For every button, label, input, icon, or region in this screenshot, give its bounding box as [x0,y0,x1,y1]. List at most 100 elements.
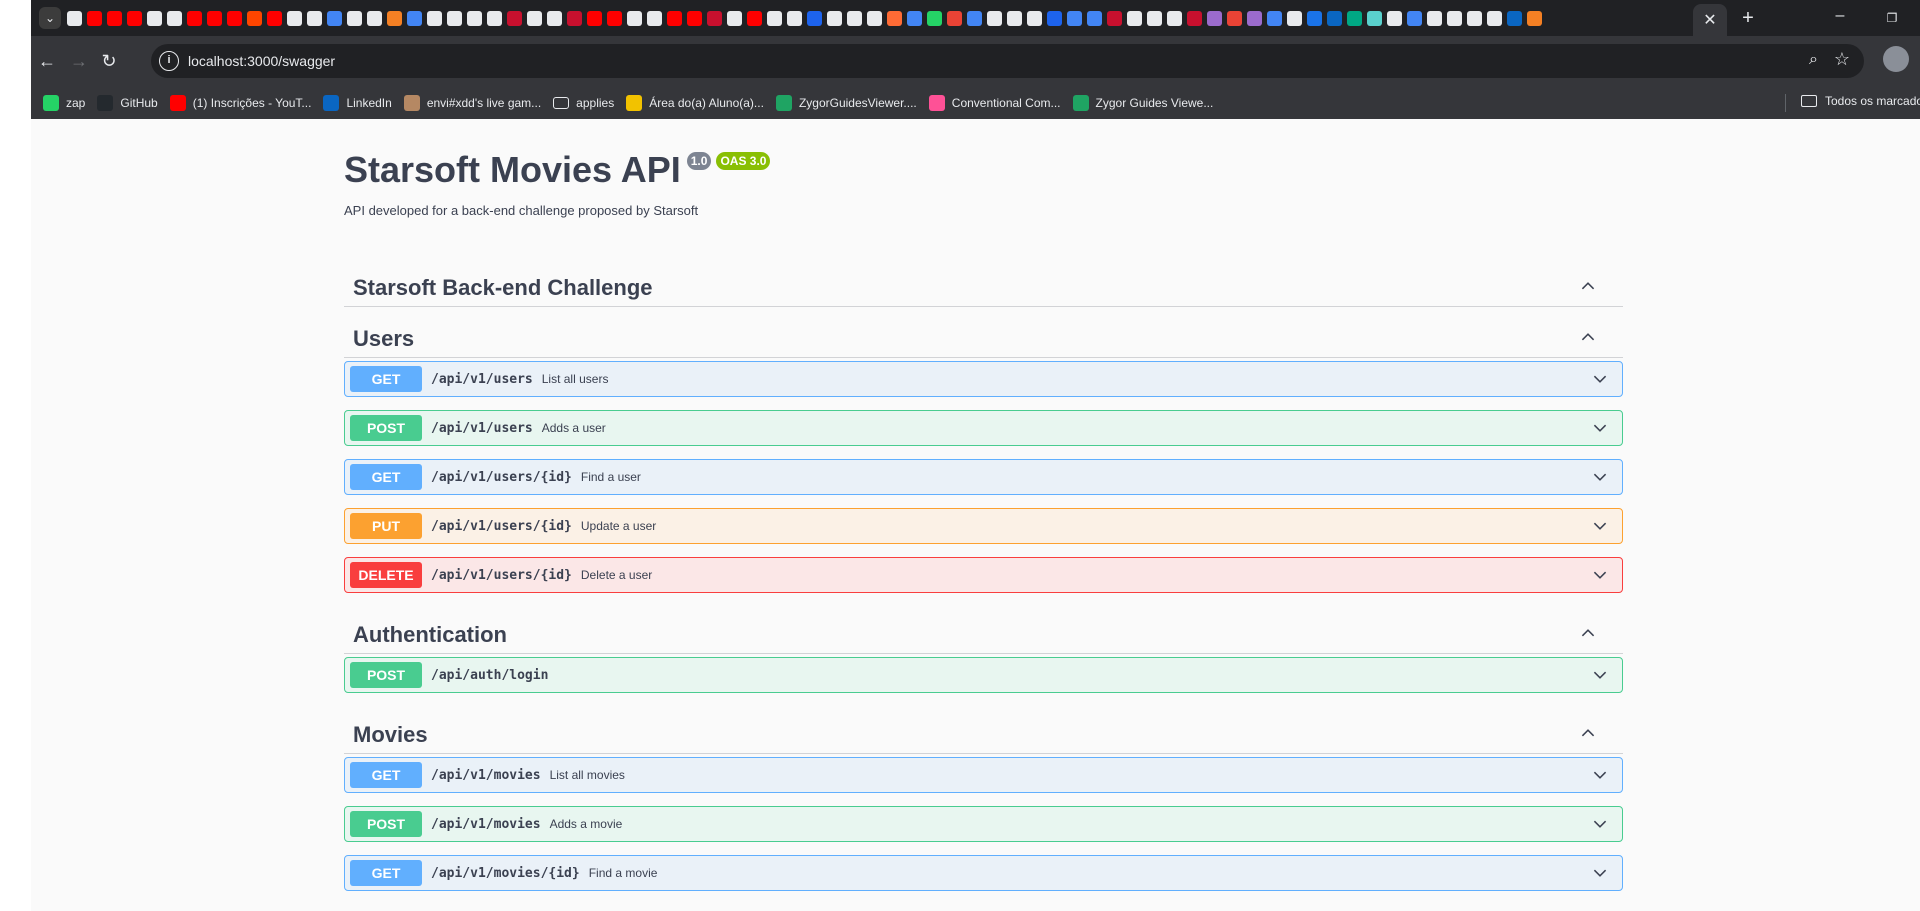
pinned-tab-favicon[interactable] [687,10,702,26]
bookmark-item[interactable]: applies [553,96,614,110]
operation-post[interactable]: POST/api/v1/users Adds a user [344,410,1623,446]
pinned-tab-favicon[interactable] [67,10,82,26]
chevron-down-icon[interactable] [1592,668,1608,682]
pinned-tab-favicon[interactable] [1407,10,1422,26]
forward-button[interactable]: → [67,49,91,73]
pinned-tab-favicon[interactable] [1247,10,1262,26]
pinned-tab-favicon[interactable] [187,10,202,26]
pinned-tab-favicon[interactable] [767,10,782,26]
pinned-tab-favicon[interactable] [847,10,862,26]
minimize-button[interactable]: – [1828,6,1852,30]
pinned-tab-favicon[interactable] [887,10,902,26]
profile-avatar[interactable] [1883,46,1909,72]
pinned-tab-favicon[interactable] [227,10,242,26]
address-bar[interactable]: i localhost:3000/swagger ⌕ ☆ [151,44,1864,78]
pinned-tab-favicon[interactable] [427,10,442,26]
bookmark-item[interactable]: (1) Inscrições - YouT... [169,94,311,111]
operation-post[interactable]: POST/api/v1/movies Adds a movie [344,806,1623,842]
tag-section-title[interactable]: Authentication [353,622,507,648]
pinned-tab-favicon[interactable] [947,10,962,26]
pinned-tab-favicon[interactable] [247,10,262,26]
pinned-tab-favicon[interactable] [287,10,302,26]
pinned-tab-favicon[interactable] [1067,10,1082,26]
pinned-tab-favicon[interactable] [327,10,342,26]
url-text[interactable]: localhost:3000/swagger [188,53,335,69]
operation-get[interactable]: GET/api/v1/users List all users [344,361,1623,397]
pinned-tab-favicon[interactable] [1107,10,1122,26]
pinned-tab-favicon[interactable] [207,10,222,26]
pinned-tab-favicon[interactable] [1347,10,1362,26]
pinned-tab-favicon[interactable] [867,10,882,26]
pinned-tab-favicon[interactable] [267,10,282,26]
bookmark-item[interactable]: Zygor Guides Viewe... [1072,94,1213,111]
pinned-tab-favicon[interactable] [647,10,662,26]
pinned-tab-favicon[interactable] [507,10,522,26]
pinned-tab-favicon[interactable] [807,10,822,26]
pinned-tab-favicon[interactable] [1007,10,1022,26]
pinned-tab-favicon[interactable] [387,10,402,26]
bookmark-item[interactable]: LinkedIn [323,94,392,111]
pinned-tab-favicon[interactable] [1287,10,1302,26]
reload-button[interactable]: ↻ [97,49,121,73]
new-tab-button[interactable]: + [1736,6,1760,30]
pinned-tab-favicon[interactable] [787,10,802,26]
pinned-tab-favicon[interactable] [827,10,842,26]
tag-section-title[interactable]: Users [353,326,414,352]
pinned-tab-favicon[interactable] [1267,10,1282,26]
pinned-tab-favicon[interactable] [907,10,922,26]
pinned-tab-favicon[interactable] [407,10,422,26]
pinned-tab-favicon[interactable] [1387,10,1402,26]
pinned-tab-favicon[interactable] [1127,10,1142,26]
bookmark-item[interactable]: ZygorGuidesViewer.... [775,94,917,111]
pinned-tab-favicon[interactable] [547,10,562,26]
tag-section-header[interactable]: Authentication [344,614,1623,654]
chevron-down-icon[interactable] [1592,817,1608,831]
pinned-tab-favicon[interactable] [1447,10,1462,26]
bookmark-item[interactable]: zap [43,94,85,111]
pinned-tab-favicon[interactable] [1307,10,1322,26]
chevron-down-icon[interactable] [1592,519,1608,533]
chevron-down-icon[interactable] [1592,768,1608,782]
pinned-tab-favicon[interactable] [87,10,102,26]
pinned-tab-favicon[interactable] [1087,10,1102,26]
all-bookmarks-folder[interactable]: Todos os marcado [1801,94,1920,108]
pinned-tab-favicon[interactable] [1047,10,1062,26]
pinned-tab-favicon[interactable] [1167,10,1182,26]
pinned-tab-favicon[interactable] [587,10,602,26]
pinned-tab-favicon[interactable] [927,10,942,26]
bookmark-item[interactable]: Área do(a) Aluno(a)... [626,94,764,111]
tag-section-header[interactable]: Starsoft Back-end Challenge [344,267,1623,307]
operation-get[interactable]: GET/api/v1/movies/{id} Find a movie [344,855,1623,891]
back-button[interactable]: ← [35,49,59,73]
pinned-tab-favicon[interactable] [487,10,502,26]
pinned-tab-favicon[interactable] [347,10,362,26]
active-tab-close-button[interactable]: ✕ [1693,4,1727,36]
pinned-tab-favicon[interactable] [607,10,622,26]
pinned-tab-favicon[interactable] [727,10,742,26]
pinned-tab-favicon[interactable] [527,10,542,26]
pinned-tab-favicon[interactable] [147,10,162,26]
pinned-tab-favicon[interactable] [1327,10,1342,26]
operation-get[interactable]: GET/api/v1/users/{id} Find a user [344,459,1623,495]
pinned-tab-favicon[interactable] [447,10,462,26]
pinned-tab-favicon[interactable] [307,10,322,26]
tag-section-header[interactable]: Users [344,318,1623,358]
chevron-down-icon[interactable] [1592,866,1608,880]
tag-section-header[interactable]: Movies [344,714,1623,754]
operation-post[interactable]: POST/api/auth/login [344,657,1623,693]
pinned-tab-favicon[interactable] [627,10,642,26]
tab-search-button[interactable]: ⌄ [39,7,61,29]
pinned-tab-favicon[interactable] [1147,10,1162,26]
tag-section-title[interactable]: Starsoft Back-end Challenge [353,275,653,301]
pinned-tab-favicon[interactable] [167,10,182,26]
bookmark-star-icon[interactable]: ☆ [1834,49,1850,70]
pinned-tab-favicon[interactable] [107,10,122,26]
pinned-tab-favicon[interactable] [1427,10,1442,26]
pinned-tab-favicon[interactable] [1227,10,1242,26]
tag-section-title[interactable]: Movies [353,722,428,748]
pinned-tab-favicon[interactable] [1187,10,1202,26]
chevron-up-icon[interactable] [1581,330,1595,344]
pinned-tab-favicon[interactable] [1027,10,1042,26]
pinned-tab-favicon[interactable] [967,10,982,26]
chevron-up-icon[interactable] [1581,279,1595,293]
